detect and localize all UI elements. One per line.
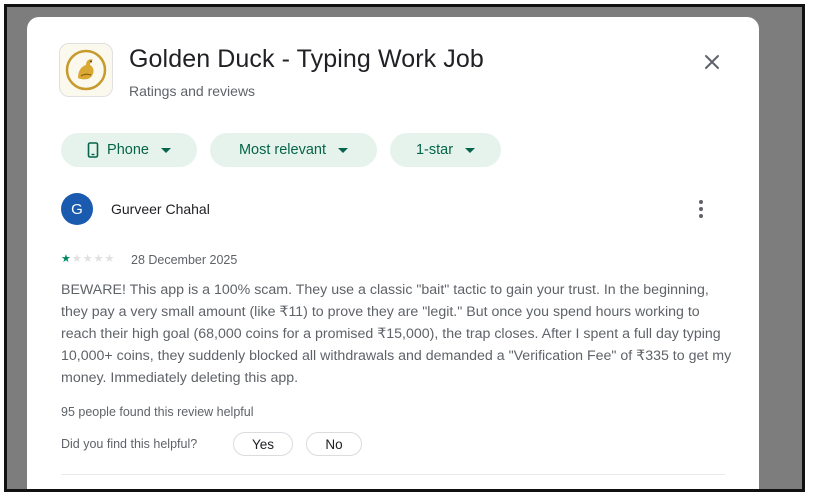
close-icon [705,55,719,69]
reviewer-name: Gurveer Chahal [111,201,210,217]
avatar: G [61,193,93,225]
device-filter-chip[interactable]: Phone [61,133,197,167]
star-empty-icon: ★ [71,253,82,265]
helpful-no-button[interactable]: No [306,432,362,456]
dialog-subtitle: Ratings and reviews [129,83,256,99]
device-filter-label: Phone [107,142,149,158]
more-options-button[interactable] [691,195,711,223]
chevron-down-icon [338,147,349,153]
review-text: BEWARE! This app is a 100% scam. They us… [61,282,732,386]
helpful-question: Did you find this helpful? [61,437,198,451]
golden-duck-logo-icon [65,49,107,91]
screenshot-frame: Golden Duck - Typing Work Job Ratings an… [4,4,805,492]
star-empty-icon: ★ [104,253,115,265]
chevron-down-icon [160,147,171,153]
sort-filter-chip[interactable]: Most relevant [210,133,377,167]
phone-icon [87,142,99,158]
close-button[interactable] [697,47,727,77]
app-icon [59,43,113,97]
ratings-reviews-dialog: Golden Duck - Typing Work Job Ratings an… [27,17,759,489]
star-filled-icon: ★ [61,253,71,265]
star-empty-icon: ★ [82,253,93,265]
sort-filter-label: Most relevant [238,142,327,158]
divider [61,474,725,475]
chevron-down-icon [465,147,476,153]
more-vert-dot [699,214,703,218]
helpful-yes-button[interactable]: Yes [233,432,293,456]
helpful-count: 95 people found this review helpful [61,405,254,419]
rating-filter-chip[interactable]: 1-star [390,133,501,167]
rating-filter-label: 1-star [415,142,454,158]
app-title: Golden Duck - Typing Work Job [129,45,484,73]
review-date: 28 December 2025 [131,253,238,267]
more-vert-dot [699,207,703,211]
star-rating: ★ ★ ★ ★ ★ [61,253,114,265]
star-empty-icon: ★ [93,253,104,265]
more-vert-icon [699,200,703,204]
